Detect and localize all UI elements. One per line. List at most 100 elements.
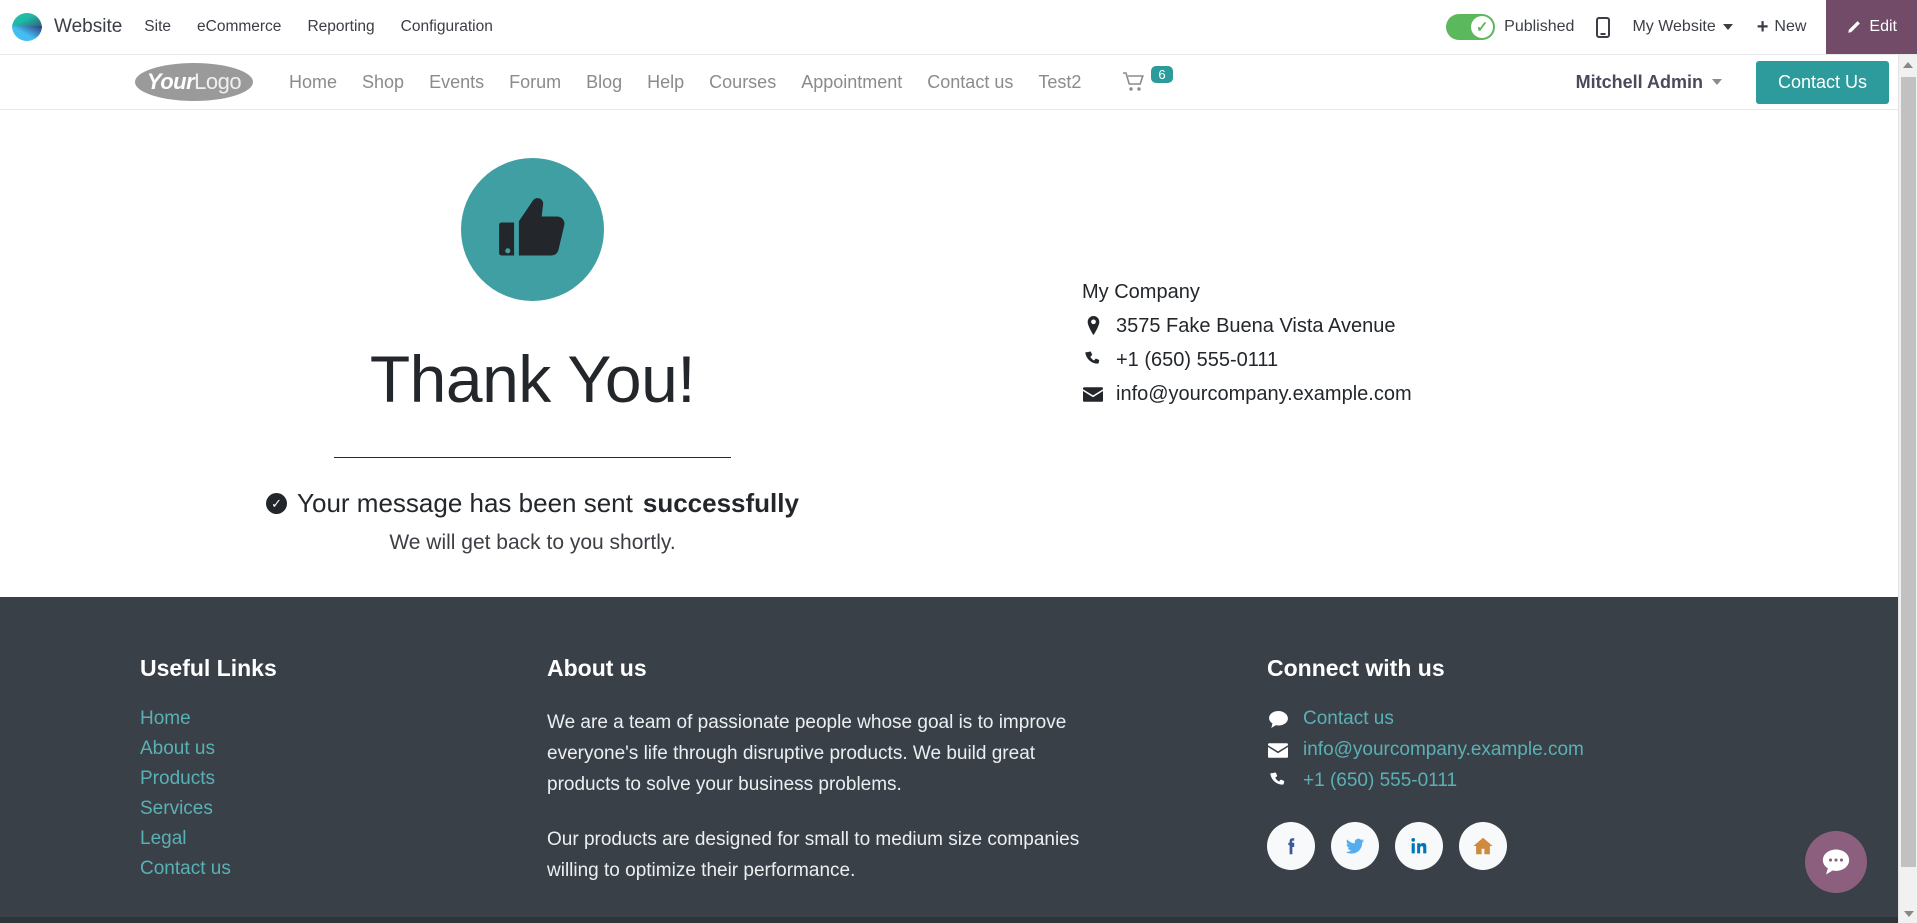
odoo-logo-icon[interactable] xyxy=(10,10,44,44)
footer-copyright-band xyxy=(0,917,1917,923)
envelope-icon xyxy=(1267,742,1289,758)
mobile-preview-icon[interactable] xyxy=(1596,16,1611,38)
page-content: Thank You! ✓ Your message has been sent … xyxy=(0,110,1917,597)
company-phone: +1 (650) 555-0111 xyxy=(1116,349,1279,371)
footer-link-legal[interactable]: Legal xyxy=(140,828,272,850)
footer-phone-row: +1 (650) 555-0111 xyxy=(1267,770,1584,792)
publish-toggle[interactable]: ✓ Published xyxy=(1446,14,1574,40)
twitter-icon xyxy=(1345,838,1365,854)
app-name[interactable]: Website xyxy=(54,16,122,38)
website-selector[interactable]: My Website xyxy=(1632,18,1733,36)
page-title: Thank You! xyxy=(369,342,696,416)
pencil-icon xyxy=(1848,20,1861,33)
page-scrollbar[interactable] xyxy=(1898,55,1917,923)
comment-bubble-icon xyxy=(1267,710,1289,728)
nav-item-forum[interactable]: Forum xyxy=(509,72,561,93)
footer-email-link[interactable]: info@yourcompany.example.com xyxy=(1303,739,1584,761)
company-address-row: 3575 Fake Buena Vista Avenue xyxy=(1082,316,1412,336)
admin-menu-configuration[interactable]: Configuration xyxy=(401,18,493,36)
footer-contact-us-link[interactable]: Contact us xyxy=(1303,708,1394,730)
footer-link-services[interactable]: Services xyxy=(140,798,272,820)
company-name: My Company xyxy=(1082,281,1200,303)
chevron-down-icon xyxy=(1722,24,1733,30)
map-pin-icon xyxy=(1082,316,1104,336)
nav-item-home[interactable]: Home xyxy=(289,72,337,93)
envelope-icon xyxy=(1082,386,1104,402)
success-subtext: We will get back to you shortly. xyxy=(389,531,676,554)
new-button-label: New xyxy=(1774,18,1807,35)
site-logo-your: Your xyxy=(146,69,195,94)
website-nav-right: Mitchell Admin Contact Us xyxy=(1576,60,1889,104)
thumbs-up-icon xyxy=(498,197,564,255)
website-nav-links: Home Shop Events Forum Blog Help Courses… xyxy=(289,72,1081,93)
chevron-down-icon xyxy=(1711,79,1722,85)
phone-icon xyxy=(1267,772,1289,790)
nav-item-contact-us[interactable]: Contact us xyxy=(927,72,1013,93)
facebook-icon xyxy=(1288,838,1295,855)
publish-switch[interactable]: ✓ xyxy=(1446,14,1496,40)
nav-item-test2[interactable]: Test2 xyxy=(1038,72,1081,93)
success-message-strong: successfully xyxy=(642,488,799,518)
website-navbar: Your Logo Home Shop Events Forum Blog Hel… xyxy=(0,55,1917,110)
social-home-button[interactable] xyxy=(1459,822,1507,870)
footer-email-row: info@yourcompany.example.com xyxy=(1267,739,1584,761)
nav-item-appointment[interactable]: Appointment xyxy=(801,72,902,93)
new-button[interactable]: + New xyxy=(1757,17,1807,37)
cart-count-badge: 6 xyxy=(1151,66,1173,83)
edit-button-label: Edit xyxy=(1869,18,1897,35)
footer-social-links xyxy=(1267,822,1584,870)
user-menu-label: Mitchell Admin xyxy=(1575,71,1703,92)
company-info-block: My Company 3575 Fake Buena Vista Avenue … xyxy=(1065,110,1412,597)
footer-phone-link[interactable]: +1 (650) 555-0111 xyxy=(1303,770,1457,792)
footer-about-heading: About us xyxy=(547,655,647,681)
phone-icon xyxy=(1082,351,1104,369)
site-footer: Useful Links Home About us Products Serv… xyxy=(0,597,1917,917)
linkedin-icon xyxy=(1411,838,1427,854)
footer-connect-heading: Connect with us xyxy=(1267,655,1445,681)
chevron-up-icon xyxy=(1903,61,1913,68)
live-chat-button[interactable] xyxy=(1805,831,1867,893)
footer-link-contact-us[interactable]: Contact us xyxy=(140,858,272,880)
odoo-logo-bottom-arc xyxy=(12,26,42,41)
company-address: 3575 Fake Buena Vista Avenue xyxy=(1116,315,1396,337)
chevron-down-icon xyxy=(1903,910,1914,917)
contact-us-cta-button[interactable]: Contact Us xyxy=(1755,60,1889,104)
nav-item-help[interactable]: Help xyxy=(647,72,684,93)
footer-link-home[interactable]: Home xyxy=(140,708,272,730)
nav-item-shop[interactable]: Shop xyxy=(362,72,404,93)
footer-about-us: About us We are a team of passionate peo… xyxy=(272,655,1102,917)
shopping-cart-icon xyxy=(1123,72,1145,91)
admin-menu-ecommerce[interactable]: eCommerce xyxy=(197,18,281,36)
footer-link-about-us[interactable]: About us xyxy=(140,738,272,760)
edit-button[interactable]: Edit xyxy=(1826,0,1917,54)
admin-menu: Site eCommerce Reporting Configuration xyxy=(144,18,493,36)
company-phone-row: +1 (650) 555-0111 xyxy=(1082,350,1412,370)
nav-item-courses[interactable]: Courses xyxy=(709,72,776,93)
site-logo-logo: Logo xyxy=(194,69,242,94)
plus-icon: + xyxy=(1756,16,1769,38)
social-facebook-button[interactable] xyxy=(1267,822,1315,870)
scrollbar-thumb[interactable] xyxy=(1901,77,1916,867)
admin-menu-site[interactable]: Site xyxy=(144,18,171,36)
success-message: ✓ Your message has been sent successfull… xyxy=(0,488,1065,519)
odoo-admin-bar: Website Site eCommerce Reporting Configu… xyxy=(0,0,1917,55)
livechat-bubble-icon xyxy=(1822,849,1850,875)
scrollbar-up-arrow[interactable] xyxy=(1899,55,1917,74)
website-selector-label: My Website xyxy=(1632,18,1716,35)
check-circle-icon: ✓ xyxy=(266,493,288,514)
company-email: info@yourcompany.example.com xyxy=(1116,383,1412,405)
footer-link-products[interactable]: Products xyxy=(140,768,272,790)
nav-item-events[interactable]: Events xyxy=(429,72,484,93)
publish-check-icon: ✓ xyxy=(1471,16,1494,38)
site-logo[interactable]: Your Logo xyxy=(135,63,253,101)
success-message-prefix: Your message has been sent xyxy=(297,488,633,518)
nav-item-blog[interactable]: Blog xyxy=(586,72,622,93)
user-menu[interactable]: Mitchell Admin xyxy=(1576,72,1722,93)
footer-useful-links: Useful Links Home About us Products Serv… xyxy=(0,655,277,917)
footer-about-paragraph-1: We are a team of passionate people whose… xyxy=(547,712,1067,795)
social-twitter-button[interactable] xyxy=(1331,822,1379,870)
cart-button[interactable]: 6 xyxy=(1121,66,1173,93)
social-linkedin-button[interactable] xyxy=(1395,822,1443,870)
scrollbar-down-arrow[interactable] xyxy=(1899,904,1917,923)
admin-menu-reporting[interactable]: Reporting xyxy=(307,18,374,36)
